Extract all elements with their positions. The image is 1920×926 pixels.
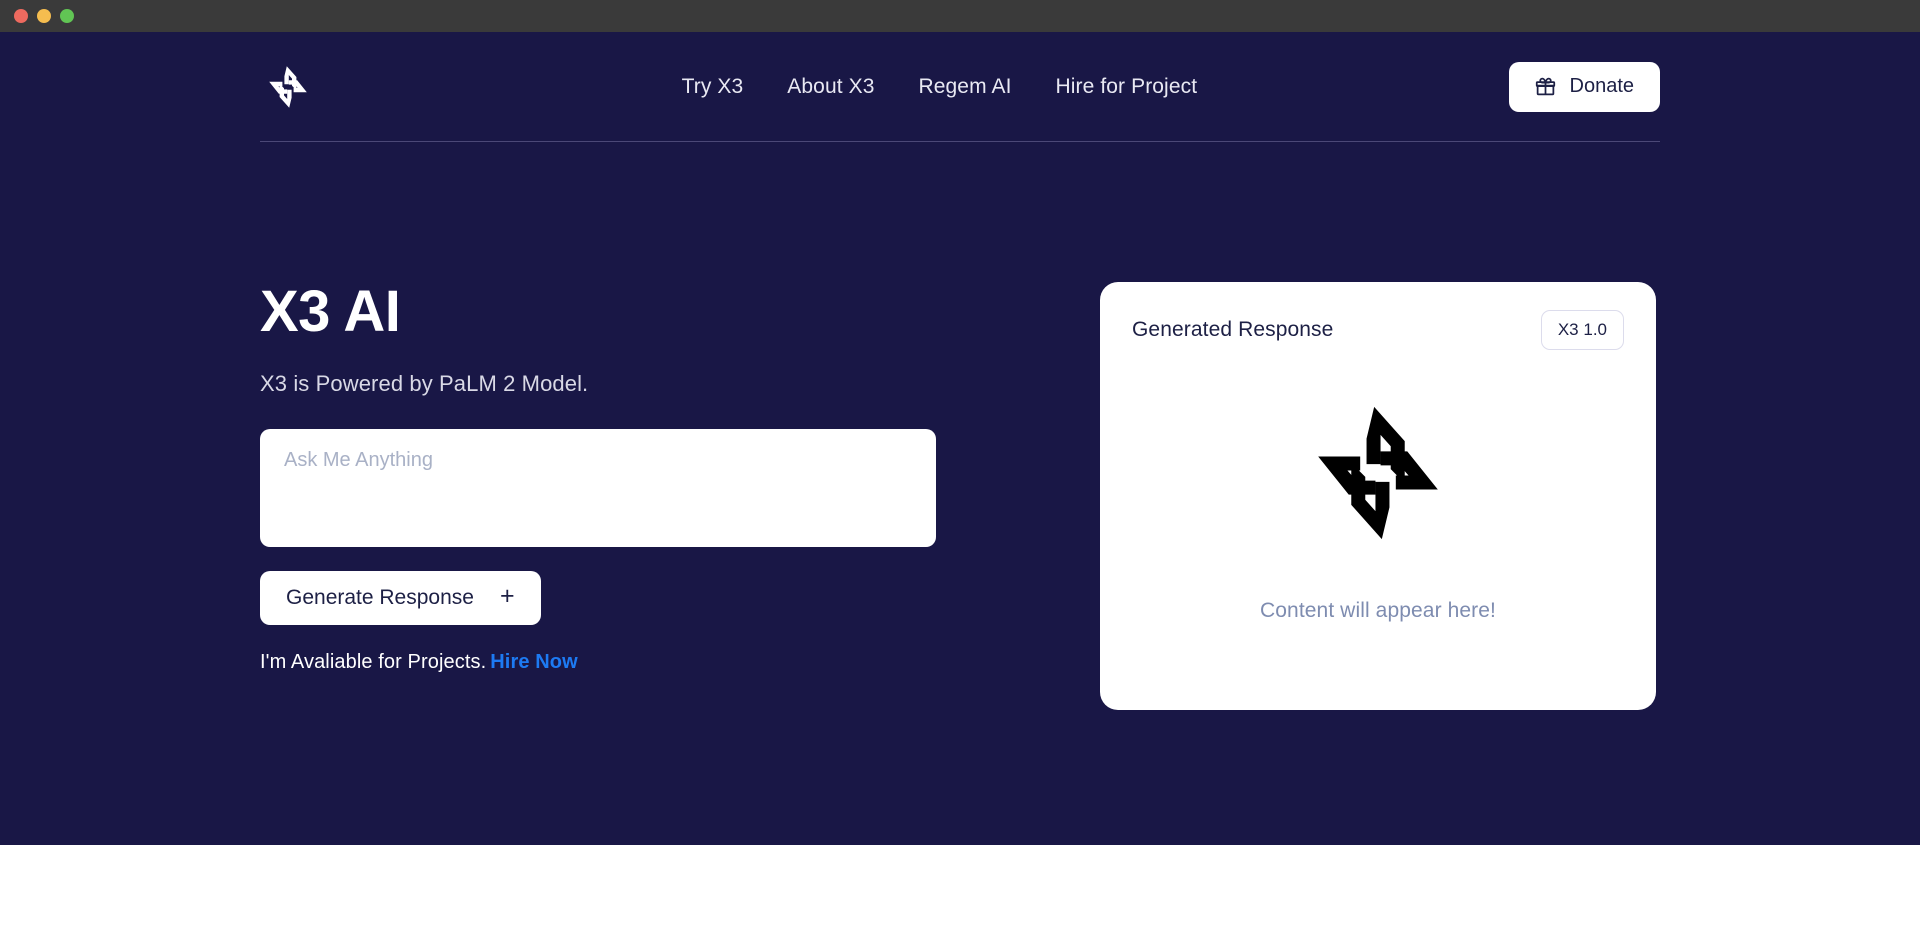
generate-response-label: Generate Response [286, 586, 474, 610]
window-minimize-button[interactable] [37, 9, 51, 23]
window-titlebar [0, 0, 1920, 32]
page-footer-area [0, 845, 1920, 926]
x3-pinwheel-logo-icon [1314, 403, 1442, 543]
plus-icon: + [500, 584, 515, 609]
generated-response-card: Generated Response X3 1.0 Content will a… [1100, 282, 1656, 710]
hero-left-column: X3 AI X3 is Powered by PaLM 2 Model. Gen… [260, 282, 960, 674]
prompt-input[interactable] [260, 429, 936, 547]
page-title: X3 AI [260, 282, 960, 343]
response-card-title: Generated Response [1132, 318, 1333, 342]
site-header: Try X3 About X3 Regem AI Hire for Projec… [260, 32, 1660, 142]
page-subtitle: X3 is Powered by PaLM 2 Model. [260, 371, 960, 397]
window-close-button[interactable] [14, 9, 28, 23]
x3-pinwheel-logo-icon [268, 65, 308, 109]
nav-hire-for-project[interactable]: Hire for Project [1056, 75, 1198, 99]
site-logo[interactable] [260, 59, 316, 115]
donate-button-label: Donate [1570, 75, 1635, 98]
donate-button[interactable]: Donate [1509, 62, 1661, 112]
main-navigation: Try X3 About X3 Regem AI Hire for Projec… [682, 75, 1198, 99]
gift-icon [1535, 76, 1556, 97]
hero-section: Try X3 About X3 Regem AI Hire for Projec… [0, 32, 1920, 845]
response-card-body: Content will appear here! [1132, 350, 1624, 686]
availability-text: I'm Avaliable for Projects. [260, 651, 486, 673]
model-version-badge[interactable]: X3 1.0 [1541, 310, 1624, 350]
window-maximize-button[interactable] [60, 9, 74, 23]
page-container: Try X3 About X3 Regem AI Hire for Projec… [240, 32, 1680, 710]
nav-about-x3[interactable]: About X3 [787, 75, 874, 99]
response-placeholder-text: Content will appear here! [1260, 599, 1496, 623]
availability-line: I'm Avaliable for Projects.Hire Now [260, 651, 960, 674]
generate-response-button[interactable]: Generate Response + [260, 571, 541, 625]
nav-regem-ai[interactable]: Regem AI [918, 75, 1011, 99]
main-content-row: X3 AI X3 is Powered by PaLM 2 Model. Gen… [260, 142, 1660, 710]
hire-now-link[interactable]: Hire Now [490, 651, 577, 673]
nav-try-x3[interactable]: Try X3 [682, 75, 744, 99]
response-card-header: Generated Response X3 1.0 [1132, 310, 1624, 350]
